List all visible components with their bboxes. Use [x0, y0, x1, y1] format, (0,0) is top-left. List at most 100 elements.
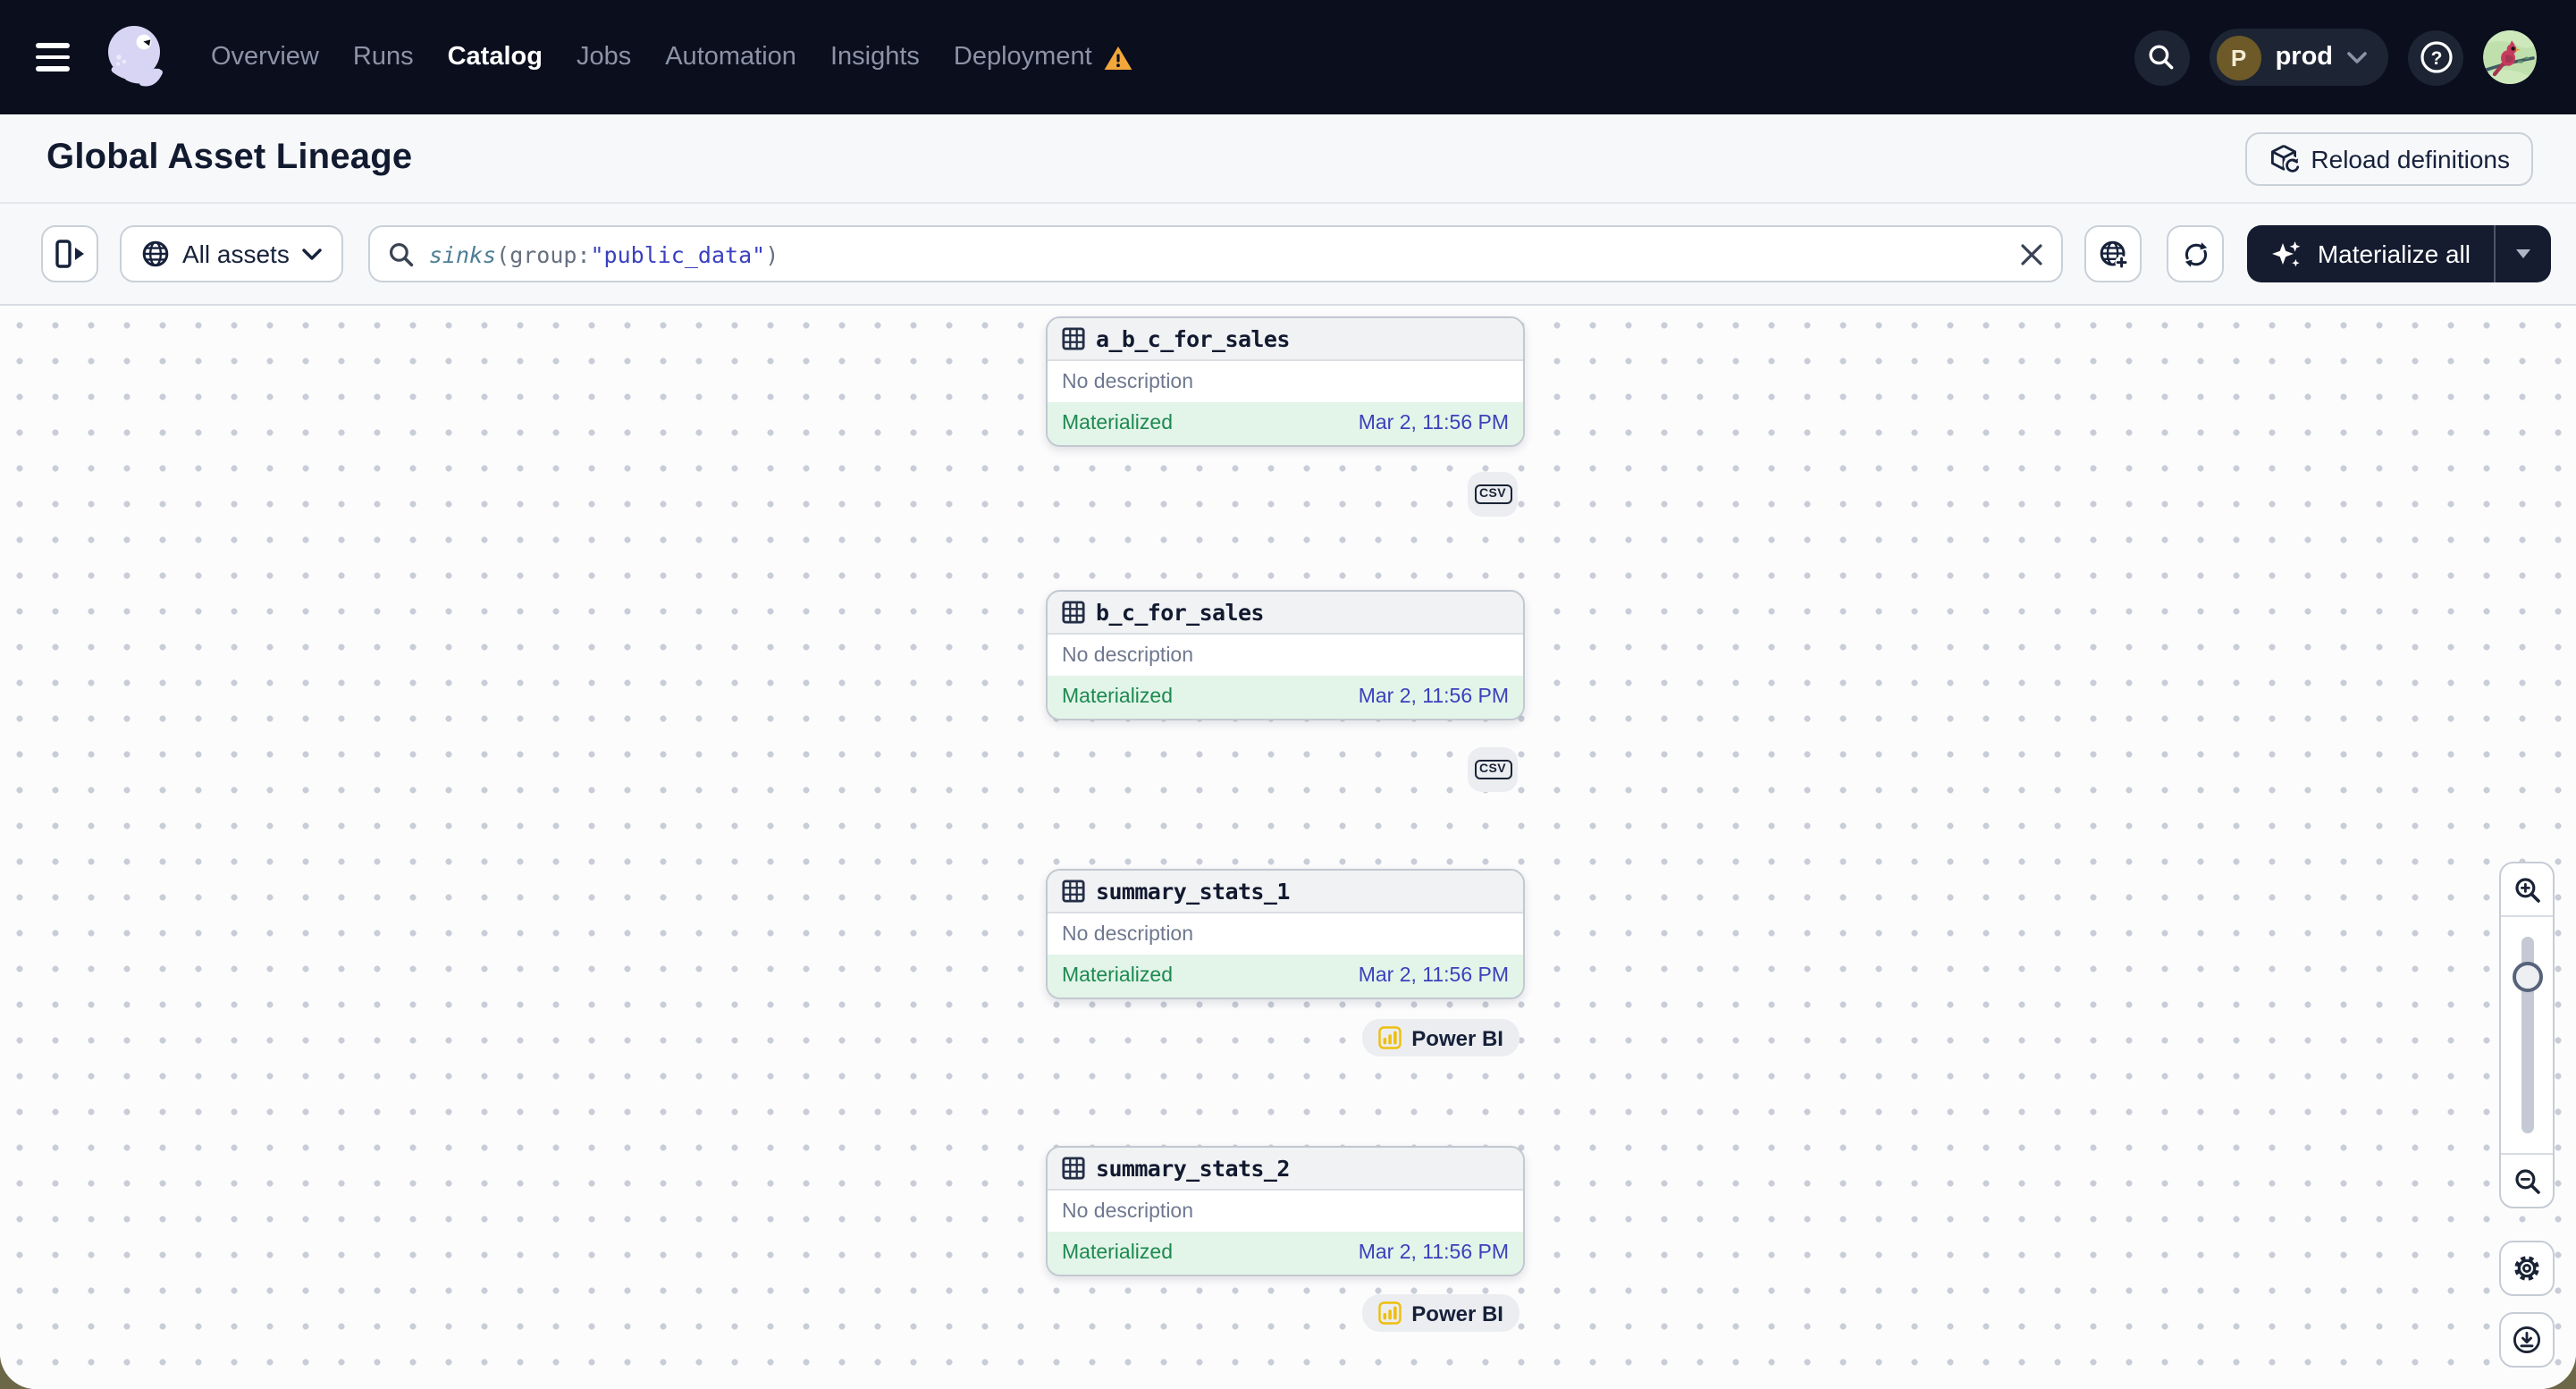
- help-button[interactable]: ?: [2408, 29, 2463, 85]
- kind-tag-powerbi[interactable]: Power BI: [1361, 1019, 1520, 1056]
- panel-open-icon: [55, 240, 84, 268]
- clear-query-button[interactable]: [2008, 231, 2055, 277]
- asset-node-summary_stats_2[interactable]: summary_stats_2 No description Materiali…: [1046, 1146, 1525, 1276]
- nav-item-automation[interactable]: Automation: [665, 43, 796, 72]
- dagster-logo-icon[interactable]: [97, 20, 172, 95]
- warning-triangle-icon: [1104, 46, 1132, 69]
- status-badge: Materialized: [1062, 413, 1173, 434]
- zoom-slider-thumb[interactable]: [2512, 962, 2542, 992]
- status-badge: Materialized: [1062, 686, 1173, 708]
- user-avatar[interactable]: [2483, 30, 2537, 84]
- globe-add-icon: [2100, 240, 2128, 268]
- lineage-toolbar: All assets sinks(group:"public_data") Ma…: [0, 204, 2576, 306]
- asset-node-b_c_for_sales[interactable]: b_c_for_sales No description Materialize…: [1046, 590, 1525, 720]
- powerbi-icon: [1377, 1301, 1402, 1325]
- asset-description: No description: [1062, 1200, 1194, 1222]
- search-button[interactable]: [2134, 29, 2190, 85]
- environment-name: prod: [2275, 43, 2333, 72]
- clear-icon: [2021, 243, 2042, 265]
- materialization-timestamp[interactable]: Mar 2, 11:56 PM: [1359, 965, 1509, 987]
- nav-item-jobs[interactable]: Jobs: [577, 43, 631, 72]
- asset-status-row: Materialized Mar 2, 11:56 PM: [1048, 676, 1523, 719]
- open-left-panel-button[interactable]: [41, 225, 98, 282]
- status-badge: Materialized: [1062, 1242, 1173, 1264]
- search-icon: [389, 241, 414, 266]
- asset-name: summary_stats_2: [1096, 1155, 1290, 1182]
- asset-filter-dropdown[interactable]: All assets: [120, 225, 343, 282]
- zoom-out-button[interactable]: [2501, 1153, 2553, 1207]
- lineage-query-input[interactable]: sinks(group:"public_data"): [367, 225, 2064, 282]
- materialize-all-label: Materialize all: [2317, 240, 2471, 268]
- asset-node-summary_stats_1[interactable]: summary_stats_1 No description Materiali…: [1046, 869, 1525, 999]
- asset-card-header: summary_stats_1: [1048, 871, 1523, 913]
- app-root: Overview Runs Catalog Jobs Automation In…: [0, 0, 2576, 1389]
- asset-node-a_b_c_for_sales[interactable]: a_b_c_for_sales No description Materiali…: [1046, 316, 1525, 447]
- reload-definitions-button[interactable]: Reload definitions: [2244, 131, 2533, 185]
- query-text: sinks(group:"public_data"): [428, 240, 779, 267]
- search-icon: [2150, 45, 2174, 70]
- download-icon: [2513, 1326, 2541, 1354]
- asset-name: a_b_c_for_sales: [1096, 325, 1290, 352]
- powerbi-label: Power BI: [1411, 1301, 1503, 1326]
- nav-item-catalog[interactable]: Catalog: [448, 43, 543, 72]
- csv-file-icon: csv: [1474, 760, 1511, 779]
- refresh-icon: [2185, 241, 2208, 266]
- table-icon: [1062, 1157, 1085, 1180]
- environment-switcher[interactable]: P prod: [2209, 29, 2388, 86]
- download-image-button[interactable]: [2499, 1312, 2555, 1368]
- graph-settings-button[interactable]: [2499, 1241, 2555, 1296]
- asset-card-header: b_c_for_sales: [1048, 592, 1523, 635]
- asset-description: No description: [1062, 923, 1194, 945]
- kind-tag-csv[interactable]: csv: [1468, 747, 1518, 792]
- environment-initial: P: [2216, 35, 2261, 80]
- sparkles-icon: [2272, 241, 2302, 267]
- hamburger-icon[interactable]: [36, 36, 79, 79]
- zoom-in-icon: [2514, 877, 2539, 902]
- asset-description: No description: [1062, 371, 1194, 392]
- caret-down-icon: [2516, 249, 2530, 258]
- nav-right: P prod ?: [2134, 29, 2537, 86]
- table-icon: [1062, 327, 1085, 350]
- asset-card-header: summary_stats_2: [1048, 1148, 1523, 1191]
- lineage-graph-canvas[interactable]: a_b_c_for_sales No description Materiali…: [0, 306, 2576, 1389]
- chevron-down-icon: [302, 248, 322, 259]
- zoom-slider[interactable]: [2501, 917, 2553, 1153]
- gear-icon: [2514, 1256, 2539, 1281]
- materialization-timestamp[interactable]: Mar 2, 11:56 PM: [1359, 413, 1509, 434]
- table-icon: [1062, 601, 1085, 624]
- status-badge: Materialized: [1062, 965, 1173, 987]
- kind-tag-csv[interactable]: csv: [1468, 472, 1518, 517]
- new-catalog-view-button[interactable]: [2084, 225, 2142, 282]
- zoom-control-panel: [2499, 862, 2555, 1208]
- materialize-options-button[interactable]: [2496, 225, 2551, 282]
- reload-package-icon: [2270, 144, 2299, 173]
- nav-item-runs[interactable]: Runs: [353, 43, 414, 72]
- refresh-graph-button[interactable]: [2167, 225, 2225, 282]
- nav-item-overview[interactable]: Overview: [211, 43, 319, 72]
- materialization-timestamp[interactable]: Mar 2, 11:56 PM: [1359, 686, 1509, 708]
- asset-name: b_c_for_sales: [1096, 599, 1264, 626]
- svg-text:?: ?: [2430, 48, 2442, 69]
- asset-filter-label: All assets: [182, 240, 290, 268]
- asset-description: No description: [1062, 644, 1194, 666]
- asset-card-header: a_b_c_for_sales: [1048, 318, 1523, 361]
- materialize-all-button[interactable]: Materialize all: [2248, 225, 2494, 282]
- powerbi-label: Power BI: [1411, 1025, 1503, 1050]
- zoom-out-icon: [2514, 1168, 2539, 1193]
- nav-item-deployment[interactable]: Deployment: [954, 43, 1133, 72]
- asset-status-row: Materialized Mar 2, 11:56 PM: [1048, 1232, 1523, 1275]
- kind-tag-powerbi[interactable]: Power BI: [1361, 1294, 1520, 1332]
- csv-file-icon: csv: [1474, 484, 1511, 504]
- top-nav: Overview Runs Catalog Jobs Automation In…: [0, 0, 2576, 114]
- nav-item-insights[interactable]: Insights: [830, 43, 920, 72]
- page-title: Global Asset Lineage: [46, 138, 413, 177]
- table-icon: [1062, 880, 1085, 903]
- asset-status-row: Materialized Mar 2, 11:56 PM: [1048, 402, 1523, 445]
- powerbi-icon: [1377, 1026, 1402, 1049]
- materialization-timestamp[interactable]: Mar 2, 11:56 PM: [1359, 1242, 1509, 1264]
- chevron-down-icon: [2347, 51, 2367, 63]
- help-icon: ?: [2420, 41, 2452, 73]
- zoom-in-button[interactable]: [2501, 863, 2553, 917]
- globe-icon: [142, 240, 169, 267]
- asset-name: summary_stats_1: [1096, 878, 1290, 905]
